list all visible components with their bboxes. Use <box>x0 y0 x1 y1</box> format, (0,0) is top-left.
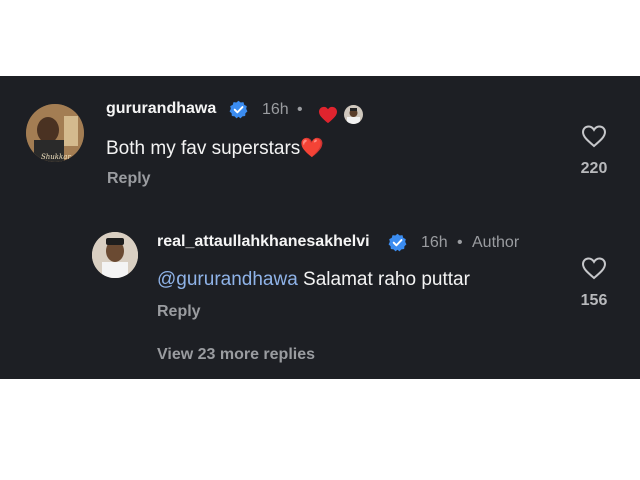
comment-username[interactable]: gururandhawa <box>106 100 216 118</box>
like-heart-icon[interactable] <box>581 124 607 148</box>
meta-separator: • <box>297 101 303 118</box>
verified-badge-icon <box>229 100 248 119</box>
reply-username[interactable]: real_attaullahkhanesakhelvi <box>157 233 370 251</box>
mention-link[interactable]: @gururandhawa <box>157 269 298 290</box>
like-heart-icon[interactable] <box>581 256 607 280</box>
heart-icon <box>319 106 337 124</box>
heart-emoji: ❤️ <box>300 138 324 159</box>
avatar-caption: Shukkar <box>41 153 71 161</box>
like-count: 156 <box>580 292 608 309</box>
comments-panel: Shukkar gururandhawa 16h • Both my fav s… <box>0 76 640 379</box>
reply-time: 16h <box>421 234 448 251</box>
author-label: Author <box>472 234 520 251</box>
meta-separator: • <box>457 234 463 251</box>
reply-avatar[interactable] <box>92 232 138 278</box>
reply-button[interactable]: Reply <box>107 170 151 188</box>
reply-button[interactable]: Reply <box>157 303 201 321</box>
comment-text: Both my fav superstars❤️ <box>106 136 324 160</box>
reply-text: @gururandhawa Salamat raho puttar <box>157 269 470 291</box>
reply-body: Salamat raho puttar <box>297 269 470 290</box>
author-avatar-icon <box>344 105 363 124</box>
comment-body: Both my fav superstars <box>106 138 301 159</box>
verified-badge-icon <box>388 233 407 252</box>
view-more-replies-button[interactable]: View 23 more replies <box>157 346 315 364</box>
like-count: 220 <box>580 160 608 177</box>
comment-time: 16h <box>262 101 289 118</box>
